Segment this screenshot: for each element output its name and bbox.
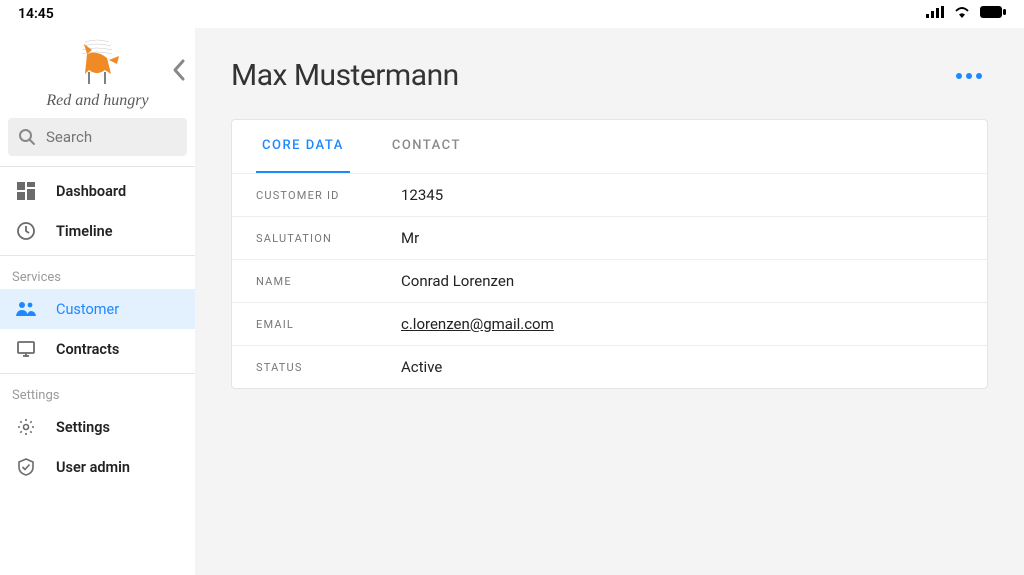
sidebar-item-label: Customer (56, 301, 119, 318)
monitor-icon (16, 341, 36, 357)
sidebar-item-dashboard[interactable]: Dashboard (0, 171, 195, 211)
field-label: NAME (256, 275, 401, 288)
field-row: CUSTOMER ID 12345 (232, 174, 987, 217)
sidebar-item-contracts[interactable]: Contracts (0, 329, 195, 369)
brand-name: Red and hungry (46, 92, 148, 110)
nav-section-label: Settings (0, 378, 195, 407)
sidebar-item-customer[interactable]: Customer (0, 289, 195, 329)
sidebar-item-label: User admin (56, 459, 130, 476)
shield-icon (16, 458, 36, 476)
status-bar: 14:45 (0, 0, 1024, 28)
field-row: SALUTATION Mr (232, 217, 987, 260)
page-title: Max Mustermann (231, 58, 459, 93)
tabs: CORE DATA CONTACT (232, 120, 987, 174)
gear-icon (16, 418, 36, 436)
field-row: EMAIL c.lorenzen@gmail.com (232, 303, 987, 346)
field-value: Conrad Lorenzen (401, 272, 514, 290)
field-row: NAME Conrad Lorenzen (232, 260, 987, 303)
clock-icon (16, 222, 36, 240)
status-right (926, 6, 1006, 22)
fields: CUSTOMER ID 12345 SALUTATION Mr NAME Con… (232, 174, 987, 388)
signal-icon (926, 6, 944, 22)
dashboard-icon (16, 182, 36, 200)
battery-icon (980, 6, 1006, 22)
nav-section-label: Services (0, 260, 195, 289)
nav-section-settings: Settings Settings User admin (0, 373, 195, 491)
people-icon (16, 301, 36, 317)
sidebar-item-label: Contracts (56, 341, 119, 358)
search-icon (18, 128, 36, 146)
sidebar-item-label: Settings (56, 419, 110, 436)
field-label: CUSTOMER ID (256, 189, 401, 202)
sidebar-item-settings[interactable]: Settings (0, 407, 195, 447)
search-box[interactable] (8, 118, 187, 156)
field-label: STATUS (256, 361, 401, 374)
wifi-icon (954, 6, 970, 22)
brand-logo: Red and hungry (46, 36, 148, 110)
more-button[interactable] (950, 67, 988, 85)
field-value: 12345 (401, 186, 443, 204)
field-label: SALUTATION (256, 232, 401, 245)
sidebar-item-label: Dashboard (56, 183, 126, 200)
detail-card: CORE DATA CONTACT CUSTOMER ID 12345 SALU… (231, 119, 988, 389)
tab-core-data[interactable]: CORE DATA (256, 120, 350, 173)
brand-area: Red and hungry (0, 28, 195, 118)
field-value-email[interactable]: c.lorenzen@gmail.com (401, 315, 554, 333)
tab-contact[interactable]: CONTACT (386, 120, 467, 173)
field-label: EMAIL (256, 318, 401, 331)
main-content: Max Mustermann CORE DATA CONTACT CUSTOME… (195, 28, 1024, 575)
page-header: Max Mustermann (231, 58, 988, 93)
nav-section-top: Dashboard Timeline (0, 166, 195, 255)
field-value: Active (401, 358, 442, 376)
field-value: Mr (401, 229, 419, 247)
sidebar-item-user-admin[interactable]: User admin (0, 447, 195, 487)
sidebar-item-label: Timeline (56, 223, 113, 240)
nav-section-services: Services Customer Contracts (0, 255, 195, 373)
sidebar-item-timeline[interactable]: Timeline (0, 211, 195, 251)
back-button[interactable] (171, 58, 187, 86)
sidebar: Red and hungry Dashboard (0, 28, 195, 575)
field-row: STATUS Active (232, 346, 987, 388)
status-time: 14:45 (18, 6, 54, 22)
